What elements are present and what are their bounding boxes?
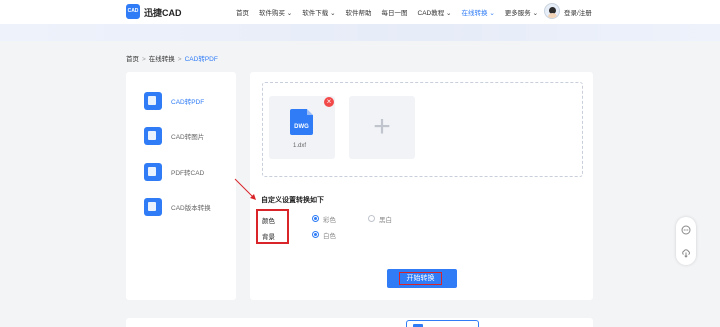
background-radio-white[interactable] bbox=[312, 231, 319, 238]
main-nav: 首页 软件购买 ⌄ 软件下载 ⌄ 软件帮助 每日一图 CAD教程 ⌄ 在线转换 … bbox=[236, 7, 548, 17]
download-cloud-icon[interactable] bbox=[681, 248, 691, 258]
breadcrumb-separator: > bbox=[177, 56, 182, 63]
file-name: 1.dxf bbox=[293, 143, 307, 149]
cad-image-icon bbox=[144, 127, 162, 145]
bottom-section bbox=[126, 318, 593, 327]
background-label: 背景 bbox=[262, 234, 275, 241]
dwg-file-icon: DWG bbox=[290, 109, 313, 135]
options-title: 自定义设置转换如下 bbox=[261, 197, 324, 204]
cad-version-icon bbox=[144, 198, 162, 216]
sidebar-item-cad-version[interactable]: CAD版本转换 bbox=[144, 198, 211, 216]
banner-strip bbox=[0, 24, 720, 41]
nav-tutorial[interactable]: CAD教程 ⌄ bbox=[418, 7, 452, 17]
background-option-white-label[interactable]: 白色 bbox=[323, 230, 336, 240]
avatar[interactable] bbox=[544, 3, 560, 19]
logo-icon[interactable]: CAD bbox=[126, 4, 140, 19]
breadcrumb-home[interactable]: 首页 bbox=[126, 56, 139, 63]
breadcrumb: 首页 > 在线转换 > CAD转PDF bbox=[126, 53, 218, 63]
brand-name[interactable]: 迅捷CAD bbox=[144, 6, 182, 19]
cad-pdf-icon bbox=[144, 92, 162, 110]
bottom-tab[interactable] bbox=[406, 320, 479, 327]
nav-download[interactable]: 软件下载 ⌄ bbox=[302, 7, 335, 17]
sidebar-item-pdf-cad[interactable]: PDF转CAD bbox=[144, 163, 204, 181]
nav-daily[interactable]: 每日一图 bbox=[382, 7, 408, 17]
nav-buy[interactable]: 软件购买 ⌄ bbox=[259, 7, 292, 17]
color-option-bw-label[interactable]: 黑白 bbox=[379, 214, 392, 224]
sidebar-item-label: PDF转CAD bbox=[171, 170, 205, 177]
chat-icon[interactable] bbox=[681, 225, 691, 235]
nav-online-convert[interactable]: 在线转换 ⌄ bbox=[462, 7, 495, 17]
breadcrumb-current: CAD转PDF bbox=[184, 56, 218, 63]
add-file-button[interactable]: + bbox=[349, 96, 415, 159]
color-radio-bw[interactable] bbox=[368, 215, 375, 222]
nav-help[interactable]: 软件帮助 bbox=[346, 7, 372, 17]
sidebar-item-cad-pdf[interactable]: CAD转PDF bbox=[144, 92, 204, 110]
login-link[interactable]: 登录/注册 bbox=[564, 7, 592, 17]
sidebar-item-cad-image[interactable]: CAD转图片 bbox=[144, 127, 204, 145]
breadcrumb-section[interactable]: 在线转换 bbox=[149, 56, 175, 63]
sidebar-item-label: CAD转图片 bbox=[171, 134, 205, 141]
start-convert-label[interactable]: 开始转换 bbox=[399, 272, 442, 285]
pdf-cad-icon bbox=[144, 163, 162, 181]
nav-more[interactable]: 更多服务 ⌄ bbox=[505, 7, 538, 17]
sidebar-item-label: CAD版本转换 bbox=[171, 205, 211, 212]
nav-home[interactable]: 首页 bbox=[236, 7, 249, 17]
color-radio-colored[interactable] bbox=[312, 215, 319, 222]
breadcrumb-separator: > bbox=[142, 56, 146, 63]
color-label: 颜色 bbox=[262, 218, 275, 225]
remove-file-icon[interactable]: × bbox=[324, 97, 334, 107]
sidebar-item-label: CAD转PDF bbox=[171, 99, 205, 106]
color-option-colored-label[interactable]: 彩色 bbox=[323, 214, 336, 224]
